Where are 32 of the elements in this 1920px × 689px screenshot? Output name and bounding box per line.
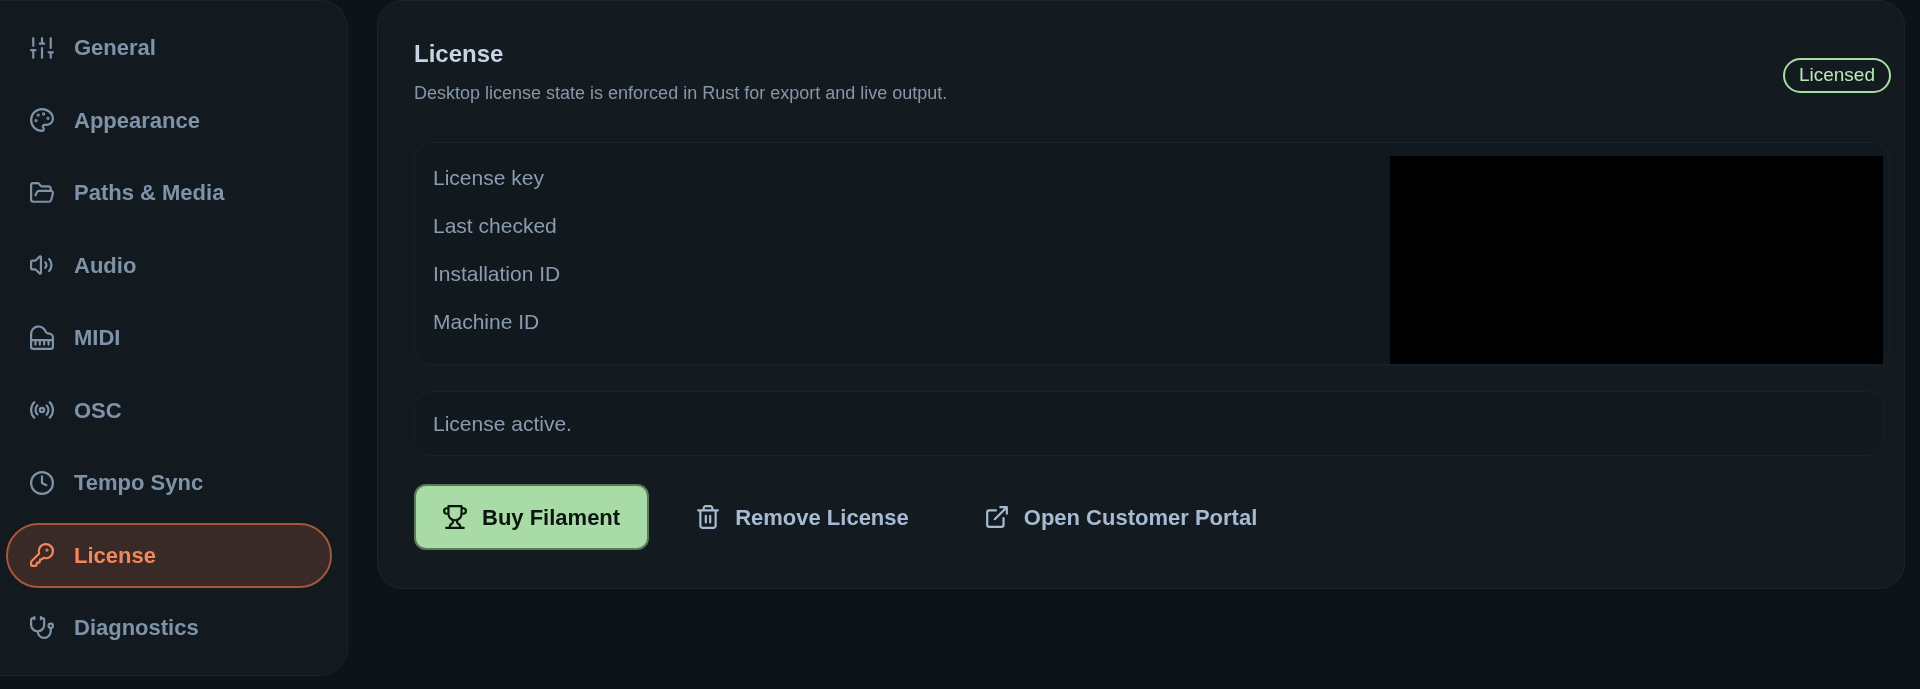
key-icon <box>30 543 54 567</box>
detail-label: Machine ID <box>433 309 540 336</box>
status-badge: Licensed <box>1782 57 1891 93</box>
sidebar-item[interactable]: Paths & Media <box>6 160 332 225</box>
sidebar-item[interactable]: Diagnostics <box>6 595 332 660</box>
sidebar-item[interactable]: MIDI <box>6 305 332 370</box>
sidebar-item[interactable]: General <box>6 15 332 80</box>
broadcast-icon <box>30 398 54 422</box>
sidebar-item[interactable]: Appearance <box>6 87 332 153</box>
external-link-icon <box>984 505 1009 529</box>
detail-label: Last checked <box>433 213 557 240</box>
section-description: Desktop license state is enforced in Rust for export and live output. <box>414 82 948 105</box>
clock-icon <box>30 470 54 495</box>
status-message: License active. <box>414 391 1884 456</box>
folder-icon <box>30 180 54 205</box>
piano-icon <box>30 325 54 350</box>
section-title: License <box>414 39 505 69</box>
trophy-icon <box>443 505 467 529</box>
sliders-icon <box>30 35 54 60</box>
palette-icon <box>30 108 54 132</box>
detail-label: License key <box>433 165 544 192</box>
sidebar-item[interactable]: License <box>6 522 332 588</box>
sidebar-item[interactable]: Tempo Sync <box>6 450 332 515</box>
stethoscope-icon <box>30 615 54 640</box>
detail-label: Installation ID <box>433 261 561 288</box>
sidebar-item[interactable]: Audio <box>6 232 332 298</box>
action-button[interactable]: Remove License <box>667 484 938 550</box>
action-button[interactable]: Open Customer Portal <box>955 484 1287 550</box>
sidebar-item[interactable]: OSC <box>6 377 332 443</box>
buy-button[interactable]: Buy Filament <box>414 484 650 550</box>
trash-icon <box>696 505 721 529</box>
speaker-icon <box>30 253 54 277</box>
